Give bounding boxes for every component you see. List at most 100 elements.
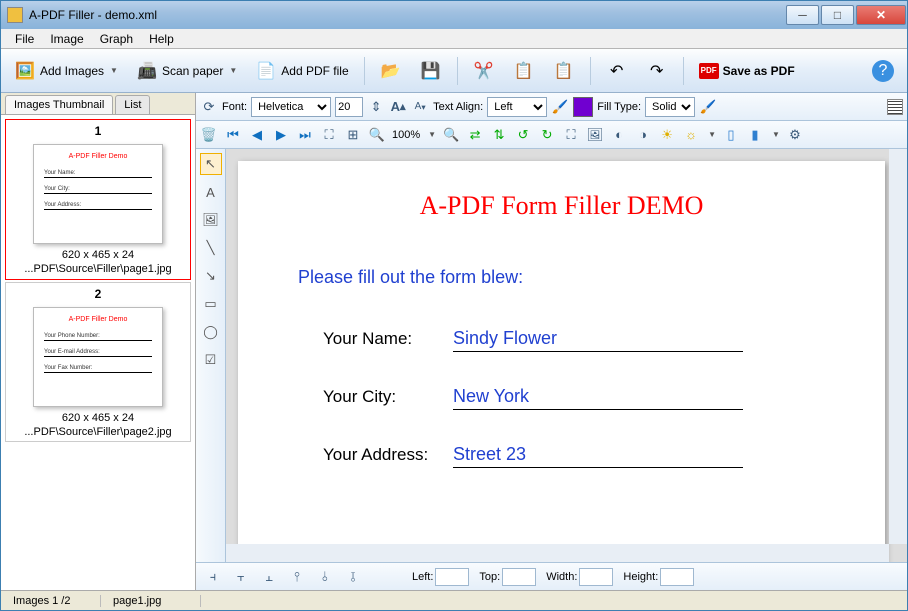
width-input[interactable] (579, 568, 613, 586)
fit-page-icon[interactable]: ⊞ (344, 126, 362, 144)
field-value-city[interactable]: New York (453, 386, 743, 410)
width-label: Width: (546, 571, 577, 583)
delete-icon[interactable]: 🗑️ (200, 126, 218, 144)
menu-image[interactable]: Image (42, 30, 91, 48)
separator (364, 57, 365, 85)
font-select[interactable]: Helvetica (251, 97, 331, 117)
open-button[interactable]: 📂 (373, 55, 409, 87)
dropdown-icon[interactable]: ▼ (772, 130, 780, 139)
dropdown-arrow-icon: ▼ (229, 66, 237, 75)
rotate-left-icon[interactable]: ↺ (514, 126, 532, 144)
crop-icon[interactable]: ⛶ (562, 126, 580, 144)
menu-graph[interactable]: Graph (92, 30, 141, 48)
nav-first-icon[interactable]: ⏮ (224, 126, 242, 144)
effects-icon[interactable]: 🖼 (586, 126, 604, 144)
fill-type-select[interactable]: Solid (645, 97, 695, 117)
field-value-name[interactable]: Sindy Flower (453, 328, 743, 352)
brightness-up-icon[interactable]: ☀ (658, 126, 676, 144)
rectangle-tool[interactable]: ▭ (200, 293, 222, 315)
thumbnail-item[interactable]: 1 A-PDF Filler Demo Your Name: Your City… (5, 119, 191, 280)
zoom-out-icon[interactable]: 🔍 (442, 126, 460, 144)
fill-format-icon[interactable]: 🖌️ (699, 98, 717, 116)
height-input[interactable] (660, 568, 694, 586)
align-bottom-icon[interactable]: ⫱ (344, 568, 362, 586)
menu-help[interactable]: Help (141, 30, 182, 48)
tool-palette: ↖ A 🖼 ╲ ↘ ▭ ◯ ☑ (196, 149, 226, 562)
image-tool[interactable]: 🖼 (200, 209, 222, 231)
zoom-in-icon[interactable]: 🔍 (368, 126, 386, 144)
select-tool[interactable]: ↖ (200, 153, 222, 175)
align-right-icon[interactable]: ⫠ (260, 568, 278, 586)
scan-paper-label: Scan paper (162, 64, 223, 78)
undo-button[interactable]: ↶ (599, 55, 635, 87)
doc-instruction: Please fill out the form blew: (298, 267, 885, 288)
refresh-icon[interactable]: ⟳ (200, 98, 218, 116)
font-size-input[interactable] (335, 97, 363, 117)
save-button[interactable]: 💾 (413, 55, 449, 87)
scan-paper-button[interactable]: 📠Scan paper▼ (129, 55, 244, 87)
save-pdf-label: Save as PDF (723, 64, 795, 78)
thumbnail-list: 1 A-PDF Filler Demo Your Name: Your City… (1, 114, 195, 590)
settings-icon[interactable]: ⚙ (786, 126, 804, 144)
thumb-preview: A-PDF Filler Demo Your Name: Your City: … (33, 144, 163, 244)
align-left-icon[interactable]: ⫞ (204, 568, 222, 586)
align-select[interactable]: Left (487, 97, 547, 117)
cut-button[interactable]: ✂️ (466, 55, 502, 87)
thumbnail-item[interactable]: 2 A-PDF Filler Demo Your Phone Number: Y… (5, 282, 191, 443)
rotate-right-icon[interactable]: ↻ (538, 126, 556, 144)
align-middle-icon[interactable]: ⫰ (316, 568, 334, 586)
zoom-dropdown-icon[interactable]: ▼ (428, 130, 436, 139)
close-button[interactable]: ✕ (856, 5, 906, 25)
dropdown-icon[interactable]: ▼ (708, 130, 716, 139)
color-picker[interactable] (573, 97, 593, 117)
status-page-count: Images 1 /2 (1, 595, 101, 607)
nav-prev-icon[interactable]: ◀ (248, 126, 266, 144)
scissors-icon: ✂️ (473, 60, 495, 82)
horizontal-scrollbar[interactable] (226, 544, 889, 562)
add-images-button[interactable]: 🖼️Add Images▼ (7, 55, 125, 87)
line-tool[interactable]: ╲ (200, 237, 222, 259)
fit-width-icon[interactable]: ⛶ (320, 126, 338, 144)
line-style-button[interactable] (887, 99, 903, 115)
tab-thumbnail[interactable]: Images Thumbnail (5, 95, 113, 114)
font-increase-icon[interactable]: A▴ (389, 98, 407, 116)
layer-back-icon[interactable]: ▯ (722, 126, 740, 144)
minimize-button[interactable]: ─ (786, 5, 819, 25)
ellipse-tool[interactable]: ◯ (200, 321, 222, 343)
contrast-2-icon[interactable]: ◑ (634, 126, 652, 144)
field-label-name: Your Name: (323, 329, 453, 349)
format-toolbar: ⟳ Font: Helvetica ⇕ A▴ A▾ Text Align: Le… (196, 93, 907, 121)
font-decrease-icon[interactable]: A▾ (411, 98, 429, 116)
field-value-address[interactable]: Street 23 (453, 444, 743, 468)
nav-last-icon[interactable]: ⏭ (296, 126, 314, 144)
menu-file[interactable]: File (7, 30, 42, 48)
help-button[interactable]: ? (865, 55, 901, 87)
left-input[interactable] (435, 568, 469, 586)
flip-horizontal-icon[interactable]: ⇄ (466, 126, 484, 144)
brightness-down-icon[interactable]: ☼ (682, 126, 700, 144)
contrast-1-icon[interactable]: ◐ (610, 126, 628, 144)
top-input[interactable] (502, 568, 536, 586)
arrow-tool[interactable]: ↘ (200, 265, 222, 287)
canvas[interactable]: A-PDF Form Filler DEMO Please fill out t… (226, 149, 907, 562)
save-as-pdf-button[interactable]: PDFSave as PDF (692, 55, 802, 87)
brush-icon[interactable]: 🖌️ (551, 98, 569, 116)
font-size-spinner[interactable]: ⇕ (367, 98, 385, 116)
add-pdf-button[interactable]: 📄Add PDF file (248, 55, 355, 87)
align-center-icon[interactable]: ⫟ (232, 568, 250, 586)
text-tool[interactable]: A (200, 181, 222, 203)
align-top-icon[interactable]: ⫯ (288, 568, 306, 586)
nav-next-icon[interactable]: ▶ (272, 126, 290, 144)
tab-list[interactable]: List (115, 95, 150, 114)
flip-vertical-icon[interactable]: ⇅ (490, 126, 508, 144)
paste-button[interactable]: 📋 (546, 55, 582, 87)
maximize-button[interactable]: □ (821, 5, 854, 25)
layer-front-icon[interactable]: ▮ (746, 126, 764, 144)
thumb-number: 2 (8, 285, 188, 303)
redo-button[interactable]: ↷ (639, 55, 675, 87)
vertical-scrollbar[interactable] (889, 149, 907, 544)
folder-open-icon: 📂 (380, 60, 402, 82)
copy-button[interactable]: 📋 (506, 55, 542, 87)
separator (590, 57, 591, 85)
checkbox-tool[interactable]: ☑ (200, 349, 222, 371)
